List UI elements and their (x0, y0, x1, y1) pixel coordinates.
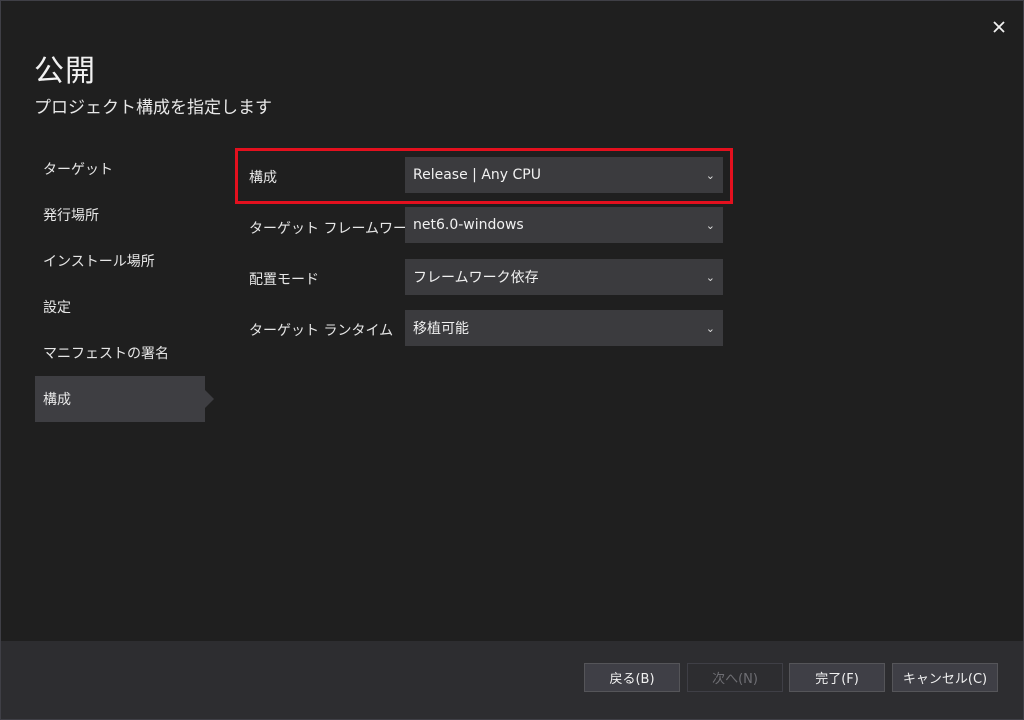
dialog-subtitle: プロジェクト構成を指定します (34, 98, 272, 118)
target-framework-select[interactable]: net6.0-windows ⌄ (405, 207, 723, 243)
chevron-down-icon: ⌄ (705, 218, 715, 232)
nav-item-settings[interactable]: 設定 (35, 284, 205, 330)
nav-sidebar: ターゲット 発行場所 インストール場所 設定 マニフェストの署名 構成 (35, 146, 214, 422)
nav-item-publish-location[interactable]: 発行場所 (35, 192, 205, 238)
target-framework-label: ターゲット フレームワーク (249, 221, 422, 237)
chevron-down-icon: ⌄ (705, 321, 715, 335)
nav-item-target[interactable]: ターゲット (35, 146, 205, 192)
nav-item-configuration[interactable]: 構成 (35, 376, 214, 422)
close-button[interactable] (986, 14, 1012, 40)
finish-button[interactable]: 完了(F) (789, 663, 885, 692)
deployment-mode-label: 配置モード (249, 272, 319, 288)
next-button[interactable]: 次へ(N) (687, 663, 783, 692)
target-runtime-label: ターゲット ランタイム (249, 323, 394, 339)
nav-item-manifest-signing[interactable]: マニフェストの署名 (35, 330, 205, 376)
back-button[interactable]: 戻る(B) (584, 663, 680, 692)
cancel-button[interactable]: キャンセル(C) (892, 663, 998, 692)
chevron-down-icon: ⌄ (705, 270, 715, 284)
target-runtime-select[interactable]: 移植可能 ⌄ (405, 310, 723, 346)
nav-item-install-location[interactable]: インストール場所 (35, 238, 205, 284)
target-runtime-value: 移植可能 (413, 321, 469, 337)
highlight-box (235, 148, 733, 204)
target-framework-value: net6.0-windows (413, 217, 524, 233)
deployment-mode-select[interactable]: フレームワーク依存 ⌄ (405, 259, 723, 295)
dialog-title: 公開 (34, 54, 96, 89)
close-icon (993, 21, 1005, 33)
deployment-mode-value: フレームワーク依存 (413, 270, 539, 286)
